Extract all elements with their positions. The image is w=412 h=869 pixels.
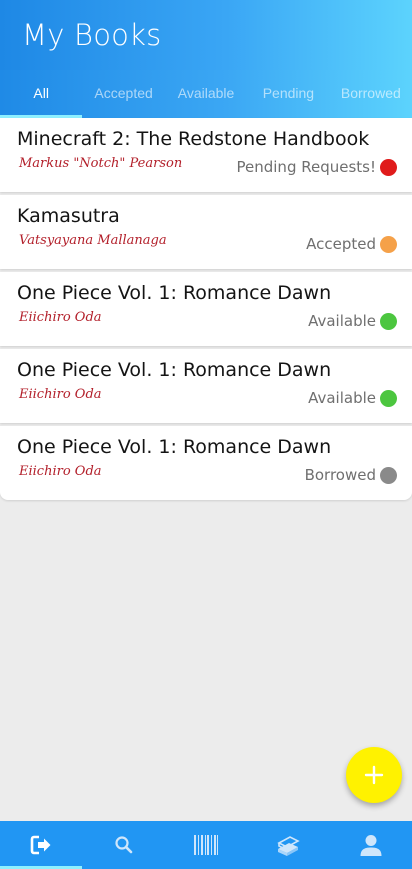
status-dot: [380, 236, 397, 253]
status-label: Pending Requests!: [236, 158, 377, 176]
status-dot: [380, 390, 397, 407]
profile-icon: [360, 835, 382, 856]
nav-library[interactable]: [247, 821, 329, 869]
nav-search[interactable]: [82, 821, 164, 869]
book-card[interactable]: One Piece Vol. 1: Romance Dawn Eiichiro …: [0, 349, 412, 423]
book-author: Eiichiro Oda: [19, 310, 102, 325]
book-card[interactable]: One Piece Vol. 1: Romance Dawn Eiichiro …: [0, 272, 412, 346]
book-card[interactable]: Kamasutra Vatsyayana Mallanaga Accepted: [0, 195, 412, 269]
nav-scan[interactable]: [165, 821, 247, 869]
tab-borrowed[interactable]: Borrowed: [330, 70, 412, 118]
book-author: Vatsyayana Mallanaga: [19, 233, 167, 248]
book-title: Kamasutra: [17, 205, 120, 227]
barcode-icon: [194, 835, 219, 855]
tab-available[interactable]: Available: [165, 70, 247, 118]
book-list: Minecraft 2: The Redstone Handbook Marku…: [0, 118, 412, 503]
book-title: One Piece Vol. 1: Romance Dawn: [17, 436, 332, 458]
book-card[interactable]: One Piece Vol. 1: Romance Dawn Eiichiro …: [0, 426, 412, 500]
book-card[interactable]: Minecraft 2: The Redstone Handbook Marku…: [0, 118, 412, 192]
status-label: Accepted: [306, 235, 376, 253]
book-author: Eiichiro Oda: [19, 387, 102, 402]
page-title: My Books: [22, 18, 162, 52]
nav-profile[interactable]: [330, 821, 412, 869]
logout-icon: [30, 835, 51, 855]
book-author: Markus "Notch" Pearson: [19, 156, 183, 171]
tab-all[interactable]: All: [0, 70, 83, 118]
status-label: Available: [308, 389, 376, 407]
plus-icon: [364, 765, 384, 785]
status-dot: [380, 467, 397, 484]
book-title: Minecraft 2: The Redstone Handbook: [17, 128, 370, 150]
tab-pending[interactable]: Pending: [247, 70, 329, 118]
status-label: Borrowed: [304, 466, 376, 484]
book-title: One Piece Vol. 1: Romance Dawn: [17, 282, 332, 304]
status-dot: [380, 313, 397, 330]
add-book-button[interactable]: [346, 747, 402, 803]
book-author: Eiichiro Oda: [19, 464, 102, 479]
bottom-nav: [0, 821, 412, 869]
books-icon: [277, 836, 301, 856]
book-title: One Piece Vol. 1: Romance Dawn: [17, 359, 332, 381]
status-dot: [380, 159, 397, 176]
tab-bar: All Accepted Available Pending Borrowed: [0, 70, 412, 118]
app-header: My Books: [0, 0, 412, 72]
nav-logout[interactable]: [0, 821, 83, 869]
search-icon: [115, 836, 132, 854]
status-label: Available: [308, 312, 376, 330]
tab-accepted[interactable]: Accepted: [82, 70, 164, 118]
